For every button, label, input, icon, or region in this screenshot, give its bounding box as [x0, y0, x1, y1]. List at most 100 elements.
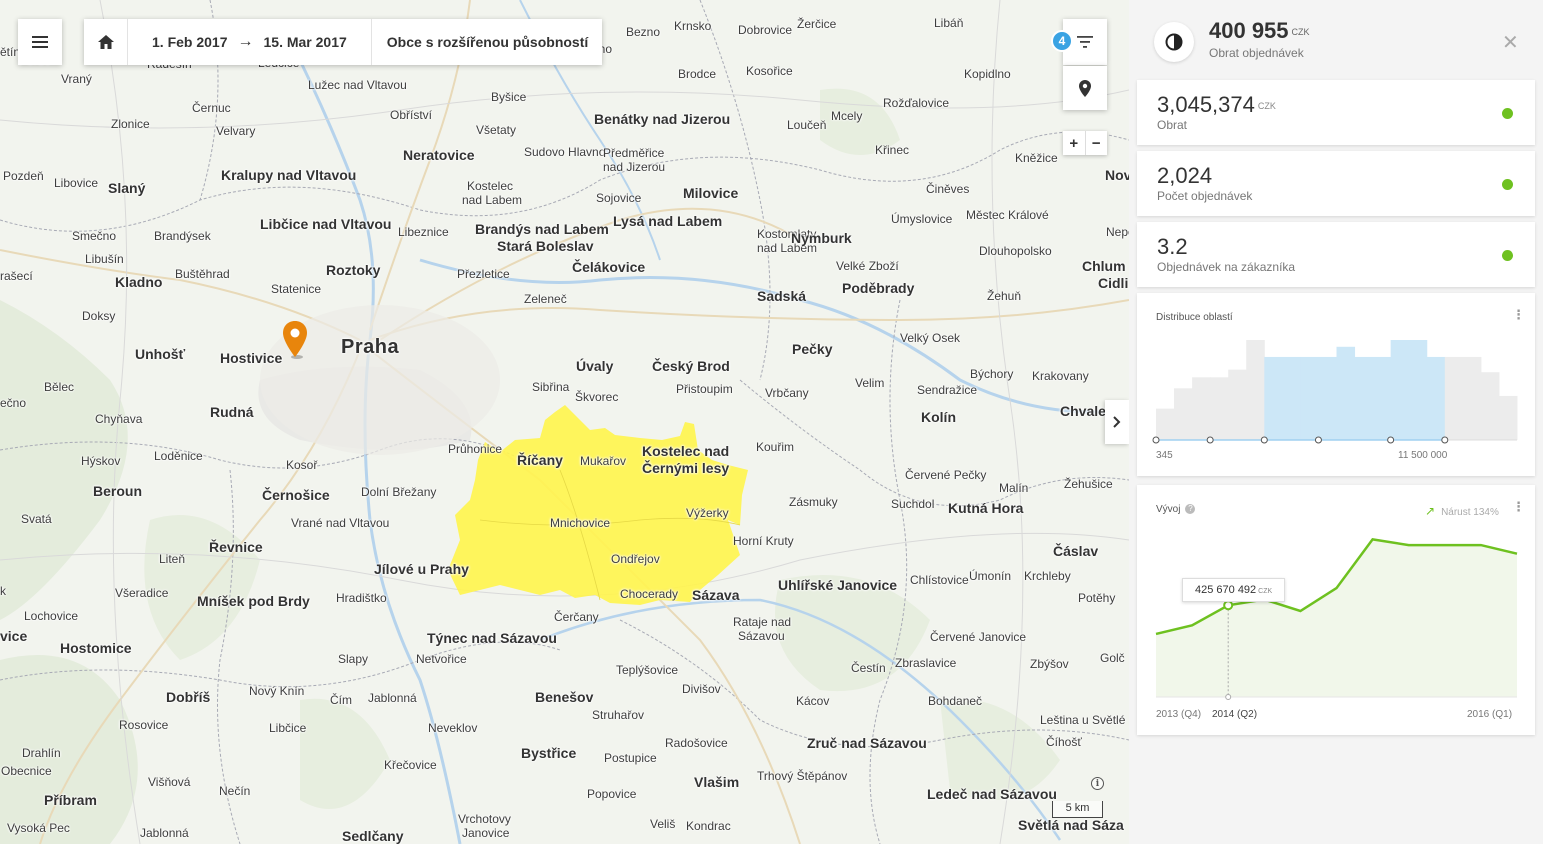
place-label: Chocerady: [620, 587, 679, 601]
place-label: Byšice: [491, 90, 527, 104]
place-label: Uhlířské Janovice: [778, 577, 898, 593]
place-label: Vysoká Pec: [7, 821, 70, 835]
place-label: Úvaly: [576, 358, 614, 374]
date-range-picker[interactable]: 1. Feb 2017 → 15. Mar 2017: [128, 19, 372, 65]
place-label: Říčany: [517, 452, 563, 468]
home-button[interactable]: [84, 19, 128, 65]
home-icon: [97, 35, 114, 49]
place-label: Rudná: [210, 404, 254, 420]
trend-area: [1156, 539, 1517, 697]
histogram-bar: [1354, 356, 1374, 440]
histogram-bar: [1174, 388, 1193, 440]
place-label: Trhový Štěpánov: [757, 769, 848, 783]
trend-card: Vývoj? ↗ Nárust 134% ⋮ 425 670 492 CZK 201…: [1137, 485, 1535, 735]
place-label: Červené Janovice: [930, 630, 1027, 644]
place-label: Horní Kruty: [733, 534, 794, 548]
place-label: Řevnice: [209, 539, 263, 555]
place-label: Zruč nad Sázavou: [807, 735, 927, 751]
place-label: Mukařov: [580, 454, 627, 468]
range-handle[interactable]: [1387, 436, 1395, 444]
place-label: Cidli: [1098, 275, 1129, 291]
place-label: Unhošť: [135, 346, 186, 362]
place-label: Úmonín: [969, 569, 1012, 583]
place-label: Loučeň: [787, 118, 827, 132]
place-label: Černuc: [192, 101, 231, 115]
place-label: Škvorec: [575, 390, 619, 404]
place-label: Kácov: [796, 694, 830, 708]
range-handle[interactable]: [1152, 436, 1160, 444]
place-label: Neratovice: [403, 147, 475, 163]
header-value: 400 955 CZK: [1209, 18, 1310, 43]
area-level-selector[interactable]: Obce s rozšířenou působností: [372, 34, 602, 50]
range-handle[interactable]: [1260, 436, 1268, 444]
histogram-bar: [1192, 377, 1211, 440]
place-label: Krchleby: [1024, 569, 1071, 583]
zoom-in-button[interactable]: +: [1063, 131, 1085, 155]
place-label: Benešov: [535, 689, 594, 705]
place-label: Městec Králové: [966, 208, 1049, 222]
locate-button[interactable]: [1063, 66, 1107, 110]
histogram-bar: [1390, 340, 1410, 440]
range-handle[interactable]: [1206, 436, 1214, 444]
kpi-card-orders[interactable]: 2,024 Počet objednávek: [1137, 151, 1535, 216]
x-axis-selected-label: 2014 (Q2): [1212, 709, 1258, 720]
place-label: Statenice: [271, 282, 322, 296]
place-label: Bělec: [44, 380, 75, 394]
place-label: Kondrac: [686, 819, 731, 833]
place-label: Ledeč nad Sázavou: [927, 786, 1057, 802]
range-handle[interactable]: [1314, 436, 1322, 444]
map-view[interactable]: PerucRadešínLedčiceVranýLužec nad Vltavo…: [0, 0, 1129, 844]
place-label: Kosoř: [286, 458, 318, 472]
info-icon[interactable]: i: [1091, 777, 1104, 790]
place-label: Černošice: [262, 487, 330, 503]
place-label: Brandýsek: [154, 229, 211, 243]
kpi-card-turnover[interactable]: 3,045,374 CZK Obrat: [1137, 80, 1535, 145]
kpi-card-orders-per-customer[interactable]: 3.2 Objednávek na zákazníka: [1137, 222, 1535, 287]
place-label: Lochovice: [24, 609, 79, 623]
place-label: Kněžice: [1015, 151, 1058, 165]
place-label: Potěhy: [1078, 591, 1116, 605]
zoom-control: + −: [1063, 131, 1107, 155]
trend-line-chart[interactable]: [1137, 485, 1535, 735]
place-label: Stará Boleslav: [497, 238, 594, 254]
distribution-histogram[interactable]: [1137, 293, 1535, 476]
histogram-bar: [1444, 356, 1464, 440]
range-handle[interactable]: [1441, 436, 1449, 444]
place-label: Nov: [1105, 167, 1129, 183]
location-marker[interactable]: [283, 321, 307, 359]
place-label: Vlašim: [694, 774, 740, 790]
histogram-bar: [1336, 346, 1356, 440]
place-label: Libáň: [934, 16, 964, 30]
kpi-value: 3,045,374 CZK: [1157, 92, 1276, 117]
place-label: Golč: [1100, 651, 1125, 665]
kpi-value: 3.2: [1157, 234, 1188, 259]
place-label: Bohdaneč: [928, 694, 983, 708]
place-label: Čerčany: [554, 610, 599, 624]
place-label: Velvary: [216, 124, 256, 138]
place-label: Sudovo Hlavno: [524, 145, 606, 159]
distribution-card: Distribuce oblastí ⋮ 345 11 500 000: [1137, 293, 1535, 476]
place-label: ečno: [0, 396, 27, 410]
place-label: Nepo: [1106, 225, 1129, 239]
place-label: Krakovany: [1032, 369, 1089, 383]
close-icon[interactable]: ✕: [1502, 30, 1519, 55]
collapse-panel-button[interactable]: [1105, 400, 1129, 444]
panel-header: 400 955 CZK Obrat objednávek ✕: [1129, 0, 1543, 78]
place-label: Rožďalovice: [883, 96, 950, 110]
place-label: Obecnice: [1, 764, 52, 778]
zoom-out-button[interactable]: −: [1084, 131, 1108, 155]
place-label: Zásmuky: [789, 495, 838, 509]
histogram-bar: [1156, 408, 1175, 440]
place-label: Kouřim: [756, 440, 795, 454]
place-label: Český Brod: [652, 358, 730, 374]
kpi-label: Objednávek na zákazníka: [1157, 260, 1296, 274]
histogram-bar: [1264, 356, 1283, 440]
place-label: Sázava: [692, 587, 740, 603]
histogram-bar: [1228, 369, 1247, 440]
place-label: Brodce: [678, 67, 717, 81]
date-from: 1. Feb 2017: [152, 34, 228, 50]
place-label: Nečín: [219, 784, 251, 798]
menu-button[interactable]: [18, 19, 62, 65]
place-label: Kutná Hora: [948, 500, 1024, 516]
place-label: Sibřina: [532, 380, 570, 394]
